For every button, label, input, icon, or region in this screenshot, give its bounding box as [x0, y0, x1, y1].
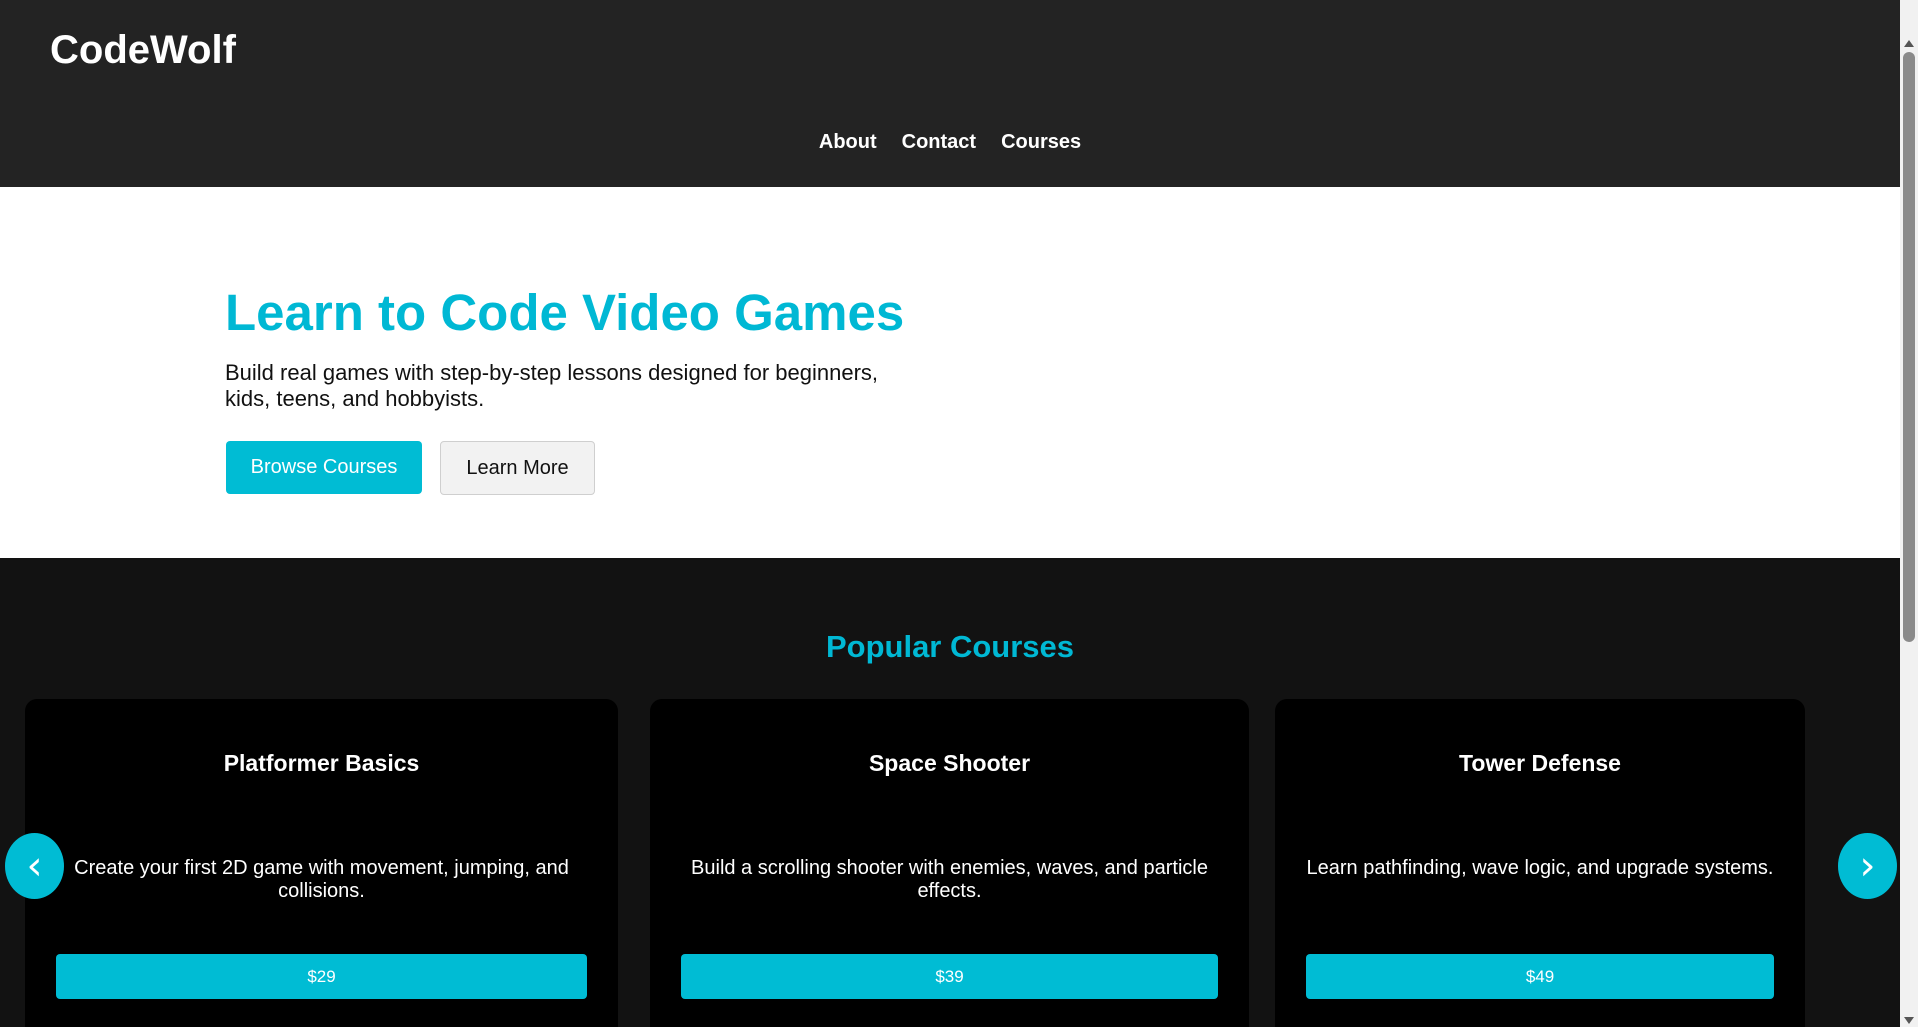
course-description: Create your first 2D game with movement,… [74, 857, 569, 902]
nav-link-courses[interactable]: Courses [1001, 128, 1081, 156]
scroll-up-arrow-icon[interactable] [1904, 40, 1914, 47]
page: CodeWolf About Contact Courses Learn to … [0, 0, 1900, 1027]
browse-courses-button[interactable]: Browse Courses [226, 441, 422, 494]
course-description: Learn pathfinding, wave logic, and upgra… [1306, 857, 1774, 879]
chevron-right-icon: › [1859, 843, 1876, 889]
nav-link-about[interactable]: About [819, 128, 877, 156]
hero-title: Learn to Code Video Games [225, 284, 905, 341]
course-card-tower-defense: Tower Defense Learn pathfinding, wave lo… [1275, 699, 1805, 1027]
course-card-platformer-basics: Platformer Basics Create your first 2D g… [25, 699, 618, 1027]
site-header: CodeWolf About Contact Courses [0, 0, 1900, 187]
learn-more-button[interactable]: Learn More [440, 441, 595, 495]
scrollbar-thumb[interactable] [1903, 52, 1915, 642]
nav-link-contact[interactable]: Contact [902, 128, 976, 156]
carousel-prev-button[interactable]: ‹ [5, 833, 64, 899]
popular-courses-section: Popular Courses Platformer Basics Create… [0, 558, 1900, 1027]
popular-courses-heading: Popular Courses [825, 629, 1075, 664]
course-description: Build a scrolling shooter with enemies, … [691, 857, 1208, 902]
site-logo[interactable]: CodeWolf [50, 26, 236, 74]
scroll-down-arrow-icon[interactable] [1904, 1017, 1914, 1024]
hero-section: Learn to Code Video Games Build real gam… [0, 187, 1900, 558]
course-price-button[interactable]: $29 [56, 954, 587, 999]
course-title: Tower Defense [1459, 750, 1621, 776]
course-title: Platformer Basics [223, 750, 420, 776]
vertical-scrollbar[interactable] [1900, 0, 1918, 1027]
course-price-button[interactable]: $49 [1306, 954, 1774, 999]
course-price-button[interactable]: $39 [681, 954, 1218, 999]
main-nav: About Contact Courses [0, 128, 1900, 156]
hero-subtitle: Build real games with step-by-step lesso… [225, 360, 879, 411]
course-card-space-shooter: Space Shooter Build a scrolling shooter … [650, 699, 1249, 1027]
chevron-left-icon: ‹ [26, 843, 43, 889]
course-title: Space Shooter [868, 750, 1031, 776]
carousel-next-button[interactable]: › [1838, 833, 1897, 899]
